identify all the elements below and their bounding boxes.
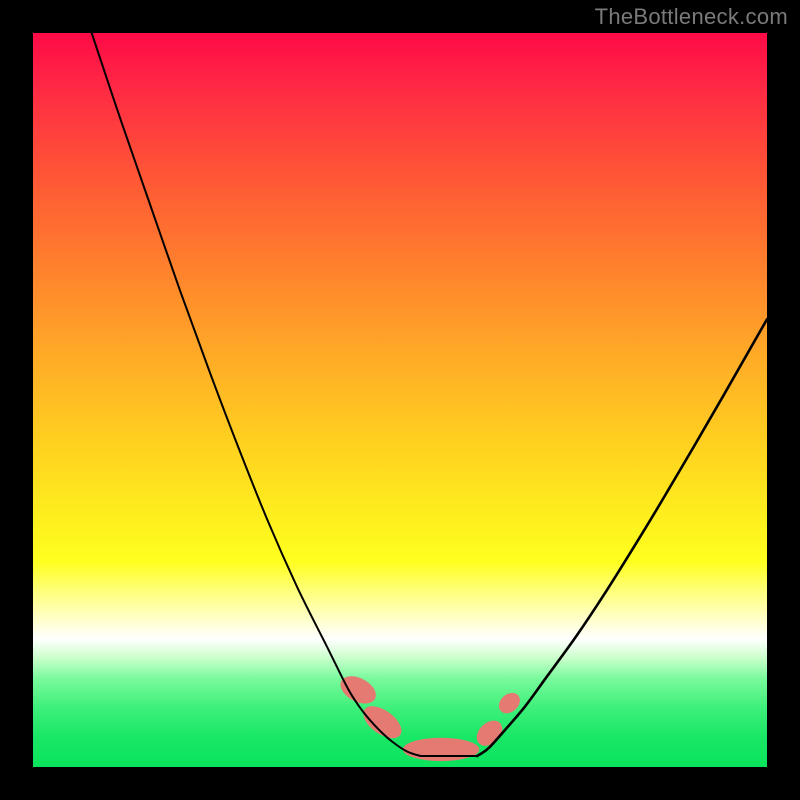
chart-frame: TheBottleneck.com bbox=[0, 0, 800, 800]
chart-plot-area bbox=[33, 33, 767, 767]
series-right-curve bbox=[477, 319, 767, 756]
accent-blob-floor bbox=[403, 738, 479, 761]
accent-annotations bbox=[336, 671, 524, 761]
accent-blob-left-lower bbox=[358, 700, 407, 745]
watermark-text: TheBottleneck.com bbox=[595, 4, 788, 30]
chart-svg bbox=[33, 33, 767, 767]
bottleneck-curve bbox=[92, 33, 767, 756]
series-left-curve bbox=[92, 33, 421, 756]
